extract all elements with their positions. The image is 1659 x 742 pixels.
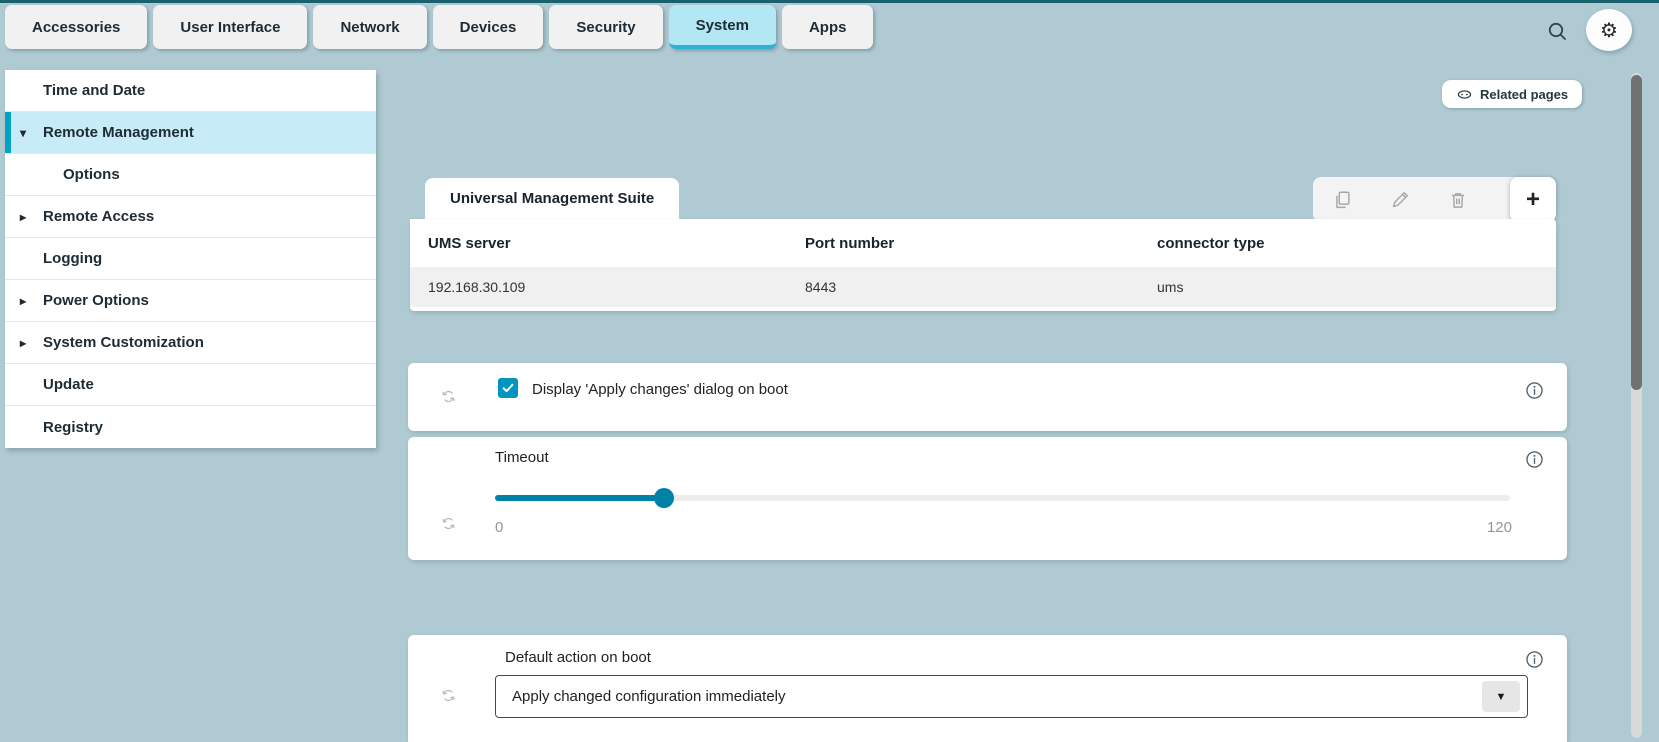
sidebar-item-time-and-date[interactable]: Time and Date [5, 70, 376, 112]
sidebar-item-label: Registry [43, 419, 103, 436]
reset-parameter-icon[interactable] [440, 515, 457, 532]
sidebar-item-label: Logging [43, 250, 102, 267]
apply-dialog-checkbox[interactable] [498, 378, 518, 398]
timeout-slider[interactable] [495, 495, 1510, 501]
tab-user-interface[interactable]: User Interface [153, 5, 307, 49]
info-icon[interactable] [1524, 649, 1545, 670]
app-window: Accessories User Interface Network Devic… [0, 0, 1659, 742]
checkmark-icon [501, 381, 515, 395]
settings-sidebar: Time and Date ▾ Remote Management Option… [5, 70, 376, 448]
chevron-down-icon: ▼ [1496, 691, 1507, 703]
chevron-right-icon: ▸ [20, 210, 26, 224]
column-header-port-number: Port number [805, 235, 1157, 252]
cell-ums-server: 192.168.30.109 [428, 279, 805, 295]
sidebar-item-label: Update [43, 376, 94, 393]
sidebar-item-remote-management[interactable]: ▾ Remote Management [5, 112, 376, 154]
sidebar-item-label: System Customization [43, 334, 204, 351]
delete-trash-icon[interactable] [1429, 189, 1487, 211]
default-action-label: Default action on boot [505, 649, 651, 666]
timeout-label: Timeout [495, 449, 549, 466]
related-pages-label: Related pages [1480, 87, 1568, 102]
ums-tab-label: Universal Management Suite [450, 190, 654, 207]
related-pages-button[interactable]: Related pages [1442, 80, 1582, 108]
table-row[interactable]: 192.168.30.109 8443 ums [410, 267, 1556, 307]
tab-label: System [696, 17, 749, 34]
timeout-slider-handle[interactable] [654, 488, 674, 508]
default-action-select[interactable]: Apply changed configuration immediately … [495, 675, 1528, 718]
sidebar-item-label: Options [63, 166, 120, 183]
ums-toolbar: + [1313, 177, 1556, 222]
table-header-row: UMS server Port number connector type [410, 219, 1556, 267]
chevron-down-icon: ▾ [20, 126, 26, 140]
default-action-card: Default action on boot Apply changed con… [408, 635, 1567, 742]
sidebar-item-label: Remote Management [43, 124, 194, 141]
main-tabbar: Accessories User Interface Network Devic… [5, 5, 873, 49]
column-header-ums-server: UMS server [428, 235, 805, 252]
sidebar-item-label: Power Options [43, 292, 149, 309]
tab-apps[interactable]: Apps [782, 5, 874, 49]
info-icon[interactable] [1524, 380, 1545, 401]
search-icon[interactable] [1544, 18, 1572, 46]
tab-label: Network [340, 19, 399, 36]
info-icon[interactable] [1524, 449, 1545, 470]
settings-gear-icon[interactable]: ⚙ [1586, 9, 1632, 51]
sidebar-item-label: Remote Access [43, 208, 154, 225]
chevron-right-icon: ▸ [20, 294, 26, 308]
tab-security[interactable]: Security [549, 5, 662, 49]
tab-devices[interactable]: Devices [433, 5, 544, 49]
timeout-slider-fill [495, 495, 664, 501]
sidebar-item-remote-access[interactable]: ▸ Remote Access [5, 196, 376, 238]
apply-dialog-card: Display 'Apply changes' dialog on boot [408, 363, 1567, 431]
plus-icon: + [1526, 186, 1540, 214]
chevron-right-icon: ▸ [20, 336, 26, 350]
tab-network[interactable]: Network [313, 5, 426, 49]
window-top-edge [0, 0, 1659, 3]
reset-parameter-icon[interactable] [440, 388, 457, 405]
edit-pencil-icon[interactable] [1371, 189, 1429, 211]
tab-label: Security [576, 19, 635, 36]
add-button[interactable]: + [1510, 177, 1556, 222]
timeout-min-label: 0 [495, 519, 503, 536]
column-header-connector-type: connector type [1157, 235, 1556, 252]
tab-universal-management-suite[interactable]: Universal Management Suite [425, 178, 679, 219]
tab-label: Accessories [32, 19, 120, 36]
cell-connector-type: ums [1157, 279, 1556, 295]
reset-parameter-icon[interactable] [440, 687, 457, 704]
vertical-scrollbar-thumb[interactable] [1631, 75, 1642, 390]
sidebar-item-logging[interactable]: Logging [5, 238, 376, 280]
sidebar-item-registry[interactable]: Registry [5, 406, 376, 448]
cell-port-number: 8443 [805, 279, 1157, 295]
sidebar-item-options[interactable]: Options [5, 154, 376, 196]
default-action-selected-value: Apply changed configuration immediately [512, 688, 786, 705]
sidebar-item-power-options[interactable]: ▸ Power Options [5, 280, 376, 322]
link-icon [1456, 86, 1473, 103]
tab-label: User Interface [180, 19, 280, 36]
tab-accessories[interactable]: Accessories [5, 5, 147, 49]
tab-label: Devices [460, 19, 517, 36]
timeout-max-label: 120 [1487, 519, 1512, 536]
sidebar-item-system-customization[interactable]: ▸ System Customization [5, 322, 376, 364]
sidebar-item-label: Time and Date [43, 82, 145, 99]
tab-system[interactable]: System [669, 5, 776, 49]
apply-dialog-label: Display 'Apply changes' dialog on boot [532, 381, 788, 398]
copy-icon[interactable] [1313, 189, 1371, 211]
timeout-card: Timeout 0 120 [408, 437, 1567, 560]
dropdown-arrow-button[interactable]: ▼ [1482, 681, 1520, 712]
ums-server-table: UMS server Port number connector type 19… [410, 219, 1556, 311]
sidebar-item-update[interactable]: Update [5, 364, 376, 406]
gear-glyph: ⚙ [1600, 18, 1618, 43]
tab-label: Apps [809, 19, 847, 36]
